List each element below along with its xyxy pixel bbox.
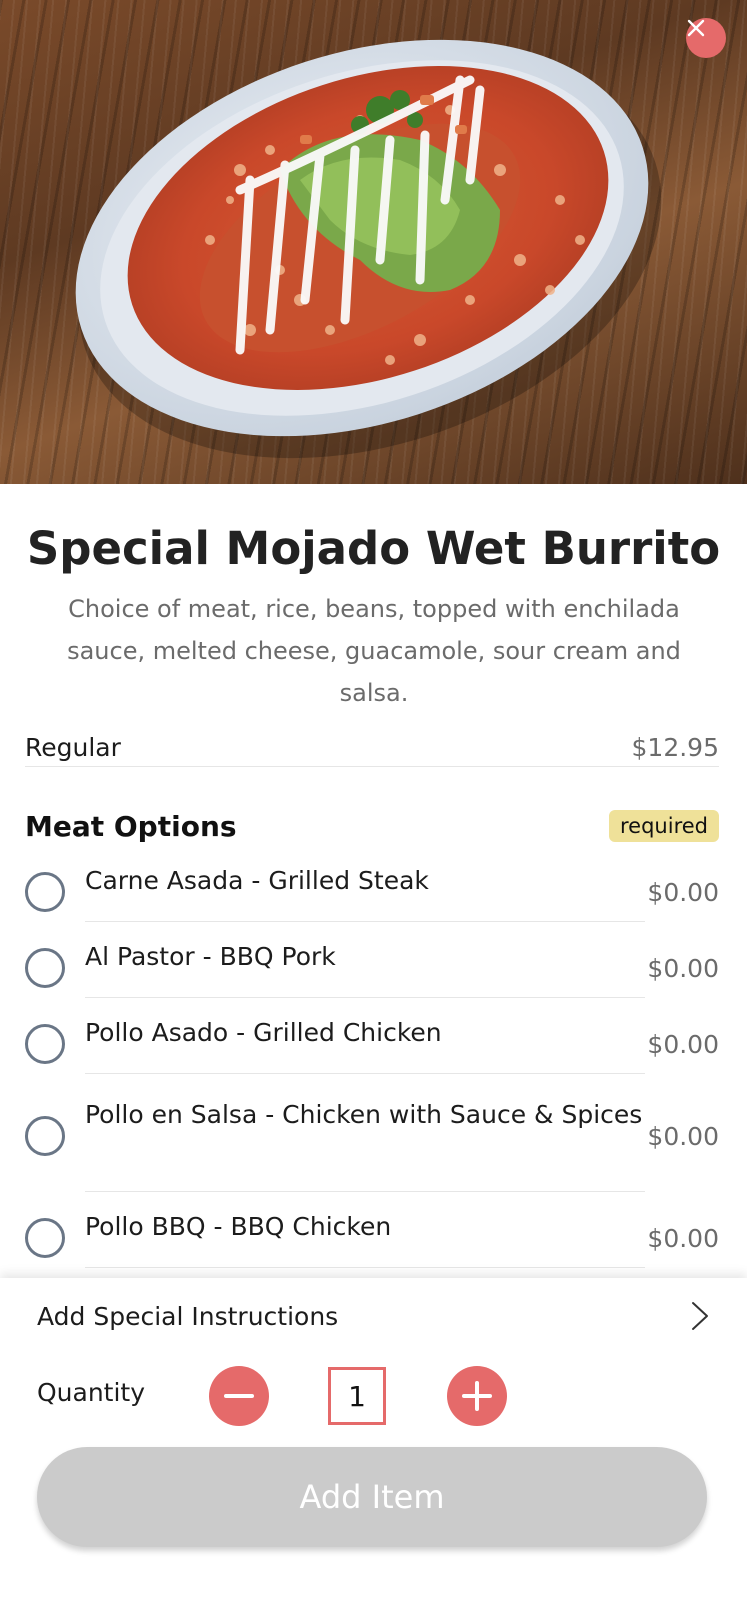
- radio-button[interactable]: [25, 1024, 65, 1064]
- meat-options-header: Meat Options required: [25, 808, 719, 844]
- item-description: Choice of meat, rice, beans, topped with…: [67, 595, 681, 707]
- meat-option-pollo-asado[interactable]: Pollo Asado - Grilled Chicken $0.00: [25, 1016, 719, 1074]
- size-price: $12.95: [631, 733, 719, 762]
- item-title: Special Mojado Wet Burrito: [26, 522, 721, 575]
- meat-option-carne-asada[interactable]: Carne Asada - Grilled Steak $0.00: [25, 864, 719, 922]
- radio-button[interactable]: [25, 948, 65, 988]
- minus-icon: [224, 1394, 254, 1398]
- option-label: Pollo BBQ - BBQ Chicken: [85, 1212, 392, 1241]
- close-icon: [687, 19, 705, 37]
- quantity-label: Quantity: [37, 1378, 146, 1407]
- decrease-quantity-button[interactable]: [209, 1366, 269, 1426]
- chevron-right-icon: [692, 1302, 708, 1330]
- required-badge: required: [609, 810, 719, 842]
- option-label-wrap: Pollo en Salsa - Chicken with Sauce & Sp…: [85, 1090, 645, 1192]
- option-label: Pollo en Salsa - Chicken with Sauce & Sp…: [85, 1100, 643, 1129]
- meat-option-pollo-bbq[interactable]: Pollo BBQ - BBQ Chicken $0.00: [25, 1210, 719, 1268]
- radio-button[interactable]: [25, 1116, 65, 1156]
- option-price: $0.00: [647, 1121, 719, 1151]
- meat-option-al-pastor[interactable]: Al Pastor - BBQ Pork $0.00: [25, 940, 719, 998]
- option-label: Carne Asada - Grilled Steak: [85, 866, 429, 895]
- option-label-wrap: Pollo BBQ - BBQ Chicken: [85, 1206, 645, 1268]
- option-label-wrap: Carne Asada - Grilled Steak: [85, 860, 645, 922]
- option-price: $0.00: [647, 877, 719, 907]
- option-label: Al Pastor - BBQ Pork: [85, 942, 336, 971]
- option-label: Pollo Asado - Grilled Chicken: [85, 1018, 442, 1047]
- section-title: Meat Options: [25, 809, 237, 843]
- option-label-wrap: Al Pastor - BBQ Pork: [85, 936, 645, 998]
- radio-button[interactable]: [25, 1218, 65, 1258]
- quantity-input[interactable]: [328, 1367, 386, 1425]
- radio-button[interactable]: [25, 872, 65, 912]
- meat-option-pollo-en-salsa[interactable]: Pollo en Salsa - Chicken with Sauce & Sp…: [25, 1090, 719, 1192]
- size-label: Regular: [25, 733, 121, 762]
- special-instructions-row[interactable]: Add Special Instructions: [37, 1296, 711, 1336]
- special-instructions-label: Add Special Instructions: [37, 1301, 339, 1331]
- option-price: $0.00: [647, 1029, 719, 1059]
- close-button[interactable]: [686, 18, 726, 58]
- plus-icon: [462, 1381, 492, 1411]
- increase-quantity-button[interactable]: [447, 1366, 507, 1426]
- burrito-plate-illustration: [75, 39, 662, 459]
- option-price: $0.00: [647, 953, 719, 983]
- item-photo: [0, 0, 747, 484]
- add-item-button[interactable]: Add Item: [37, 1447, 707, 1547]
- item-detail-modal: Special Mojado Wet Burrito Choice of mea…: [0, 0, 747, 1610]
- option-price: $0.00: [647, 1223, 719, 1253]
- size-row: Regular $12.95: [25, 733, 719, 767]
- option-label-wrap: Pollo Asado - Grilled Chicken: [85, 1012, 645, 1074]
